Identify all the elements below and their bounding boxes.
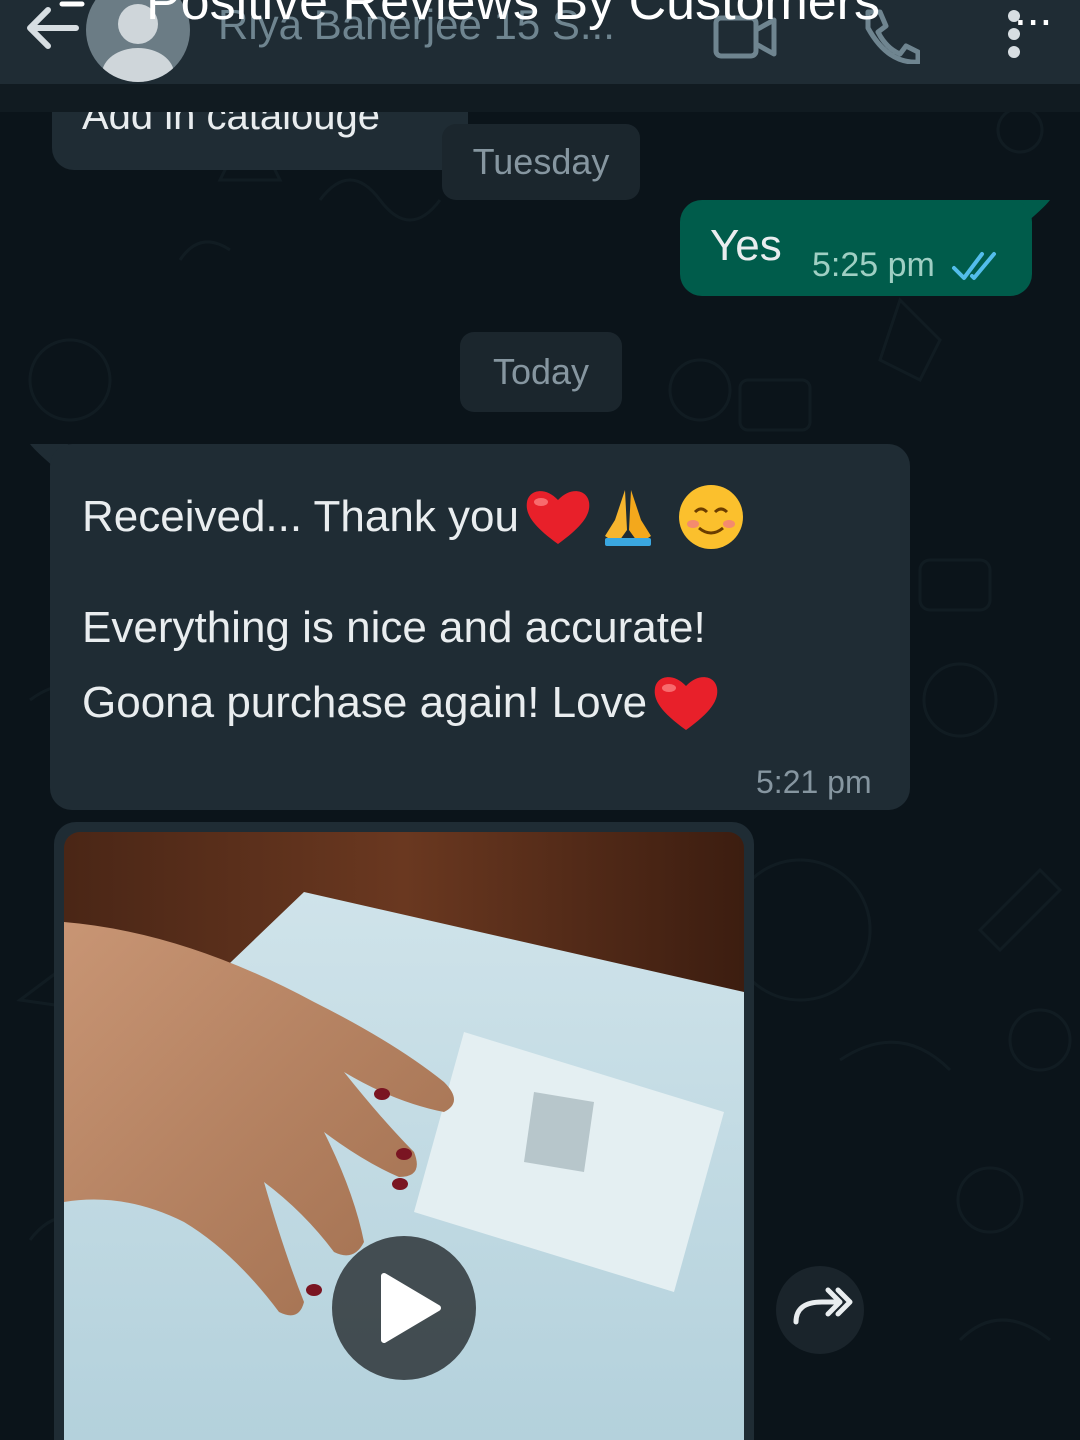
play-button[interactable] (332, 1236, 476, 1380)
message-line-2-text: Everything is nice and accurate! (82, 603, 706, 652)
outgoing-message-time: 5:25 pm (812, 246, 935, 284)
red-heart-icon (526, 491, 590, 544)
forward-button[interactable] (776, 1266, 864, 1354)
overlay-title-ellipsis: ... (1014, 0, 1053, 35)
video-message-bubble[interactable] (54, 822, 754, 1440)
forward-icon (793, 1287, 853, 1325)
outgoing-message-bubble[interactable]: Yes 5:25 pm (680, 200, 1032, 296)
red-heart-icon (654, 677, 718, 730)
play-icon (381, 1273, 441, 1343)
incoming-message-time: 5:21 pm (756, 764, 872, 800)
folded-hands-icon (605, 490, 651, 546)
back-arrow-icon[interactable] (18, 0, 88, 60)
smiling-face-icon (679, 485, 743, 549)
message-line-3: Goona purchase again! Love (82, 672, 721, 734)
date-chip-tuesday: Tuesday (442, 124, 640, 200)
video-overlay-title: Positive Reviews By Customers (146, 0, 880, 31)
message-line-3-text: Goona purchase again! Love (82, 678, 648, 727)
message-line-1-text: Received... Thank you (82, 492, 519, 541)
double-check-read-icon (952, 252, 996, 280)
incoming-message-bubble[interactable]: Received... Thank you Everything is nice… (50, 444, 910, 810)
header-divider (0, 84, 1080, 112)
chat-screen: Riya Banerjee 15 S... Positive Reviews B… (0, 0, 1080, 1440)
outgoing-message-text: Yes (710, 221, 782, 270)
date-chip-today: Today (460, 332, 622, 412)
message-line-1: Received... Thank you (82, 482, 749, 552)
